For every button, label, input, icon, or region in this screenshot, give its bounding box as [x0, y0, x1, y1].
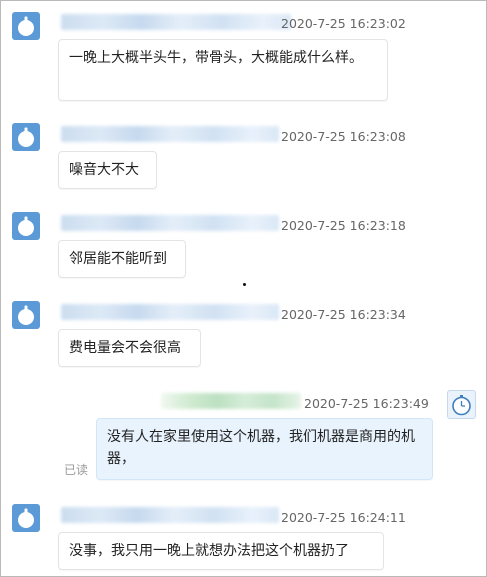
contact-avatar[interactable] — [12, 504, 40, 532]
sender-name-blurred — [61, 215, 279, 231]
message-bubble[interactable]: 费电量会不会很高 — [58, 329, 201, 367]
sender-name-blurred — [61, 14, 291, 30]
message-bubble[interactable]: 一晚上大概半头牛，带骨头，大概能成什么样。 — [58, 39, 388, 101]
sender-name-blurred — [61, 507, 279, 523]
message-text: 费电量会不会很高 — [69, 340, 181, 356]
message-text: 一晚上大概半头牛，带骨头，大概能成什么样。 — [69, 50, 363, 66]
own-message-bubble[interactable]: 没有人在家里使用这个机器，我们机器是商用的机器， — [96, 418, 433, 480]
message-timestamp: 2020-7-25 16:23:34 — [281, 307, 406, 322]
own-avatar[interactable] — [447, 390, 476, 419]
user-icon — [18, 305, 34, 325]
message-bubble[interactable]: 邻居能不能听到 — [58, 240, 186, 278]
message-timestamp: 2020-7-25 16:23:49 — [304, 396, 429, 411]
chat-window: 2020-7-25 16:23:02 一晚上大概半头牛，带骨头，大概能成什么样。… — [0, 0, 487, 577]
stray-dot — [243, 283, 246, 286]
user-icon — [18, 508, 34, 528]
message-text: 没有人在家里使用这个机器，我们机器是商用的机器， — [107, 429, 415, 467]
message-bubble[interactable]: 噪音大不大 — [58, 151, 157, 189]
message-text: 噪音大不大 — [69, 162, 139, 178]
stopwatch-icon — [452, 395, 471, 416]
user-icon — [18, 216, 34, 236]
message-timestamp: 2020-7-25 16:23:08 — [281, 129, 406, 144]
message-timestamp: 2020-7-25 16:24:11 — [281, 510, 406, 525]
message-timestamp: 2020-7-25 16:23:02 — [281, 16, 406, 31]
read-receipt-label: 已读 — [64, 463, 89, 477]
sender-name-blurred — [61, 304, 279, 320]
contact-avatar[interactable] — [12, 12, 40, 40]
contact-avatar[interactable] — [12, 123, 40, 151]
message-text: 邻居能不能听到 — [69, 251, 167, 267]
sender-name-blurred — [61, 126, 279, 142]
user-icon — [18, 16, 34, 36]
contact-avatar[interactable] — [12, 212, 40, 240]
own-name-blurred — [161, 393, 301, 409]
message-timestamp: 2020-7-25 16:23:18 — [281, 218, 406, 233]
contact-avatar[interactable] — [12, 301, 40, 329]
user-icon — [18, 127, 34, 147]
message-bubble[interactable]: 没事，我只用一晚上就想办法把这个机器扔了 — [58, 532, 384, 570]
message-text: 没事，我只用一晚上就想办法把这个机器扔了 — [69, 543, 349, 559]
